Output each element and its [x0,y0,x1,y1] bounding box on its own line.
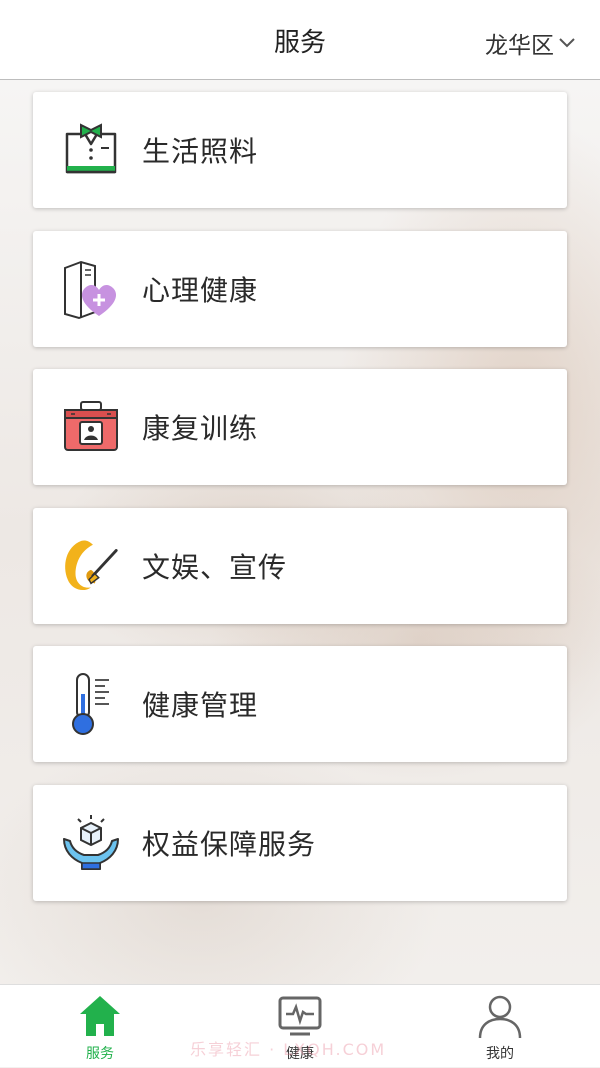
service-card-entertainment[interactable]: 文娱、宣传 [33,507,567,624]
service-list: 生活照料 心理健康 康复训练 文娱、宣传 健康管理 权益保障服务 [33,92,567,923]
butler-icon [60,119,122,181]
service-card-health-management[interactable]: 健康管理 [33,646,567,762]
service-label: 健康管理 [142,689,259,722]
service-card-mental-health[interactable]: 心理健康 [33,230,567,347]
tab-label: 服务 [86,1046,114,1062]
service-label: 文娱、宣传 [142,550,288,584]
location-label: 龙华区 [485,33,554,59]
home-icon [80,996,120,1036]
tab-mine[interactable]: 我的 [440,985,560,1068]
tab-label: 我的 [486,1046,514,1062]
chevron-down-icon [559,38,575,48]
tab-service[interactable]: 服务 [40,985,160,1068]
location-selector[interactable]: 龙华区 [485,26,576,60]
service-card-life-care[interactable]: 生活照料 [33,92,567,208]
service-label: 心理健康 [142,273,259,307]
hands-cube-icon [60,812,122,874]
thermometer-icon [60,673,122,735]
monitor-icon [278,996,322,1036]
service-card-rehab-training[interactable]: 康复训练 [33,369,567,485]
top-bar: 服务 龙华区 [0,0,600,80]
brush-icon [60,535,122,597]
heart-plus-icon [60,258,122,320]
toolbox-icon [60,396,122,458]
service-label: 权益保障服务 [142,827,317,861]
watermark: 乐享轻汇 · LXQH.COM [190,1040,387,1059]
service-label: 生活照料 [142,135,259,168]
service-label: 康复训练 [142,412,259,445]
user-icon [478,995,522,1039]
service-card-rights-protection[interactable]: 权益保障服务 [33,784,567,901]
